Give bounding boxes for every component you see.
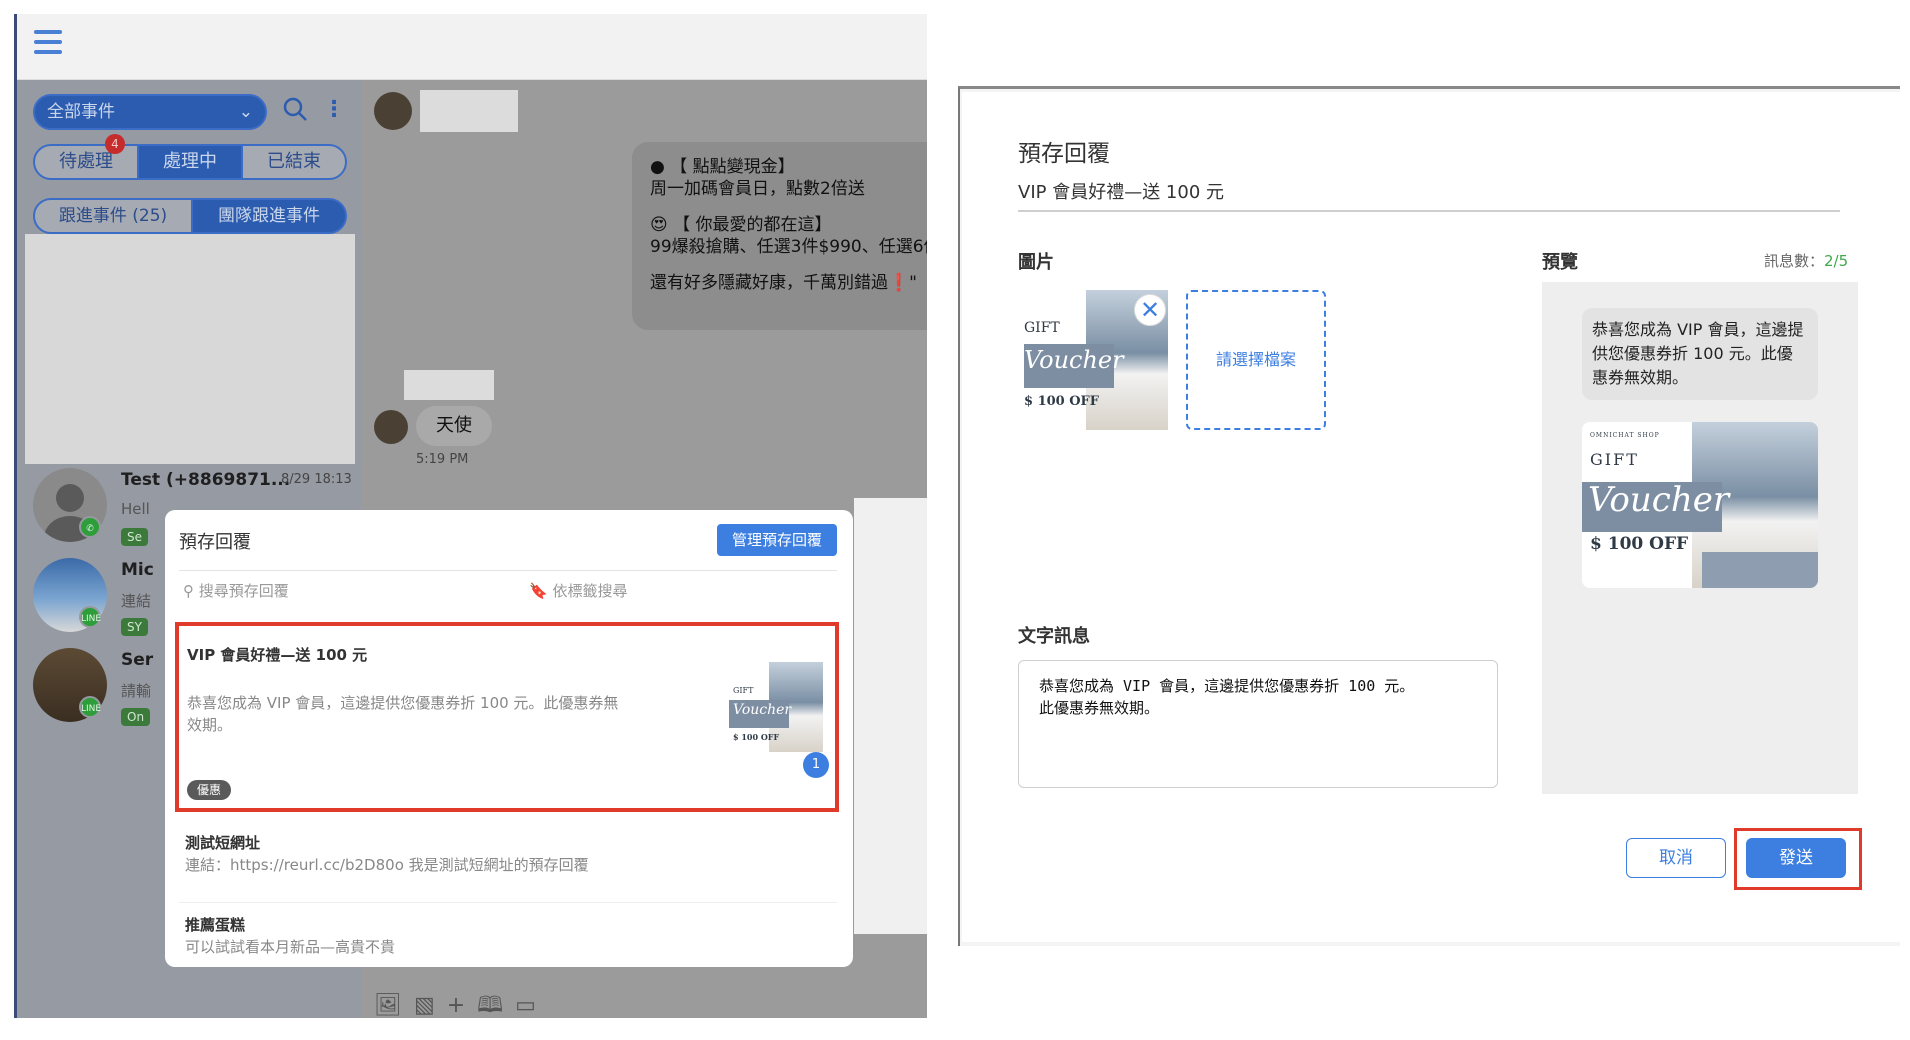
coupon-icon[interactable]: ▭ bbox=[515, 993, 548, 1018]
conversation-tag: SY bbox=[121, 618, 148, 636]
book-icon[interactable]: 🕮 bbox=[477, 993, 515, 1018]
bookmark-icon: 🔖 bbox=[529, 582, 548, 600]
message-count-label: 訊息數： bbox=[1764, 252, 1825, 270]
preview-image: OMNICHAT SHOP GIFT Voucher $ 100 OFF bbox=[1582, 422, 1818, 588]
message-count-value: 2/5 bbox=[1824, 252, 1849, 270]
chat-message-bubble: 天使 bbox=[416, 406, 492, 446]
quick-reply-edit-modal: 預存回覆 VIP 會員好禮—送 100 元 圖片 GIFT Voucher $ … bbox=[962, 92, 1900, 942]
tab-closed-label: 已結束 bbox=[267, 151, 321, 172]
choose-file-button[interactable]: 請選擇檔案 bbox=[1186, 290, 1326, 430]
voucher-gift-text: GIFT bbox=[1590, 450, 1639, 469]
whatsapp-icon: ✆ bbox=[79, 516, 101, 538]
sticker-icon[interactable]: ▧ bbox=[414, 993, 447, 1018]
conversation-name: Mic bbox=[121, 560, 154, 580]
conversation-preview: 請輸 bbox=[121, 682, 152, 700]
reply-name-field[interactable]: VIP 會員好禮—送 100 元 bbox=[1018, 178, 1224, 204]
image-section-label: 圖片 bbox=[1018, 252, 1054, 273]
top-bar bbox=[17, 14, 927, 80]
conversation-preview: 連結 bbox=[121, 592, 152, 610]
message-line: 周一加碼會員日，點數2倍送 bbox=[650, 179, 865, 199]
manage-quick-replies-button[interactable]: 管理預存回覆 bbox=[717, 524, 837, 556]
search-placeholder: 搜尋預存回覆 bbox=[198, 582, 289, 600]
send-button[interactable]: 發送 bbox=[1746, 838, 1846, 878]
menu-icon[interactable] bbox=[34, 30, 62, 56]
tab-pending-label: 待處理 bbox=[59, 151, 113, 172]
conversation-preview: Hell bbox=[121, 500, 150, 518]
avatar bbox=[374, 92, 412, 130]
conversation-name: Test (+8869871... bbox=[121, 470, 291, 490]
divider bbox=[1018, 210, 1840, 212]
quick-reply-body: 可以試試看本月新品—高貴不貴 bbox=[185, 938, 396, 956]
add-icon[interactable]: + bbox=[447, 993, 477, 1018]
voucher-script-text: Voucher bbox=[1024, 346, 1124, 374]
image-count-badge: 1 bbox=[803, 752, 829, 778]
quick-reply-body: 連結：https://reurl.cc/b2D80o 我是測試短網址的預存回覆 bbox=[185, 856, 589, 874]
message-line: 😍 【 你最愛的都在這】 bbox=[650, 215, 832, 235]
quick-reply-item-selected[interactable]: VIP 會員好禮—送 100 元 恭喜您成為 VIP 會員，這邊提供您優惠券折 … bbox=[175, 622, 839, 812]
voucher-shop-text: OMNICHAT SHOP bbox=[1590, 432, 1660, 439]
tab-follow-events[interactable]: 跟進事件 (25) bbox=[33, 198, 193, 234]
voucher-gift-text: GIFT bbox=[733, 686, 754, 695]
tab-closed[interactable]: 已結束 bbox=[241, 144, 347, 180]
preview-panel: 恭喜您成為 VIP 會員，這邊提供您優惠券折 100 元。此優惠券無效期。 OM… bbox=[1542, 282, 1858, 794]
text-message-label: 文字訊息 bbox=[1018, 626, 1090, 647]
search-icon[interactable] bbox=[282, 96, 308, 124]
event-filter-select[interactable]: 全部事件 ⌄ bbox=[33, 94, 267, 130]
chat-toolbar: 🖼▧+🕮▭ bbox=[374, 988, 548, 1018]
preview-text-bubble: 恭喜您成為 VIP 會員，這邊提供您優惠券折 100 元。此優惠券無效期。 bbox=[1582, 308, 1818, 400]
voucher-amount-text: $ 100 OFF bbox=[733, 732, 780, 742]
voucher-amount-text: $ 100 OFF bbox=[1024, 394, 1100, 409]
remove-image-icon[interactable]: ✕ bbox=[1134, 294, 1166, 326]
quick-reply-title[interactable]: 測試短網址 bbox=[185, 832, 260, 853]
line-icon: LINE bbox=[79, 606, 101, 628]
redacted-name bbox=[404, 370, 494, 400]
side-panel bbox=[854, 498, 927, 934]
text-message-input[interactable]: 恭喜您成為 VIP 會員，這邊提供您優惠券折 100 元。 此優惠券無效期。 bbox=[1018, 660, 1498, 788]
quick-reply-body: 恭喜您成為 VIP 會員，這邊提供您優惠券折 100 元。此優惠券無效期。 bbox=[187, 694, 619, 734]
voucher-script-text: Voucher bbox=[733, 702, 792, 718]
message-count: 訊息數：2/5 bbox=[1764, 250, 1848, 271]
search-icon: ⚲ bbox=[183, 582, 194, 600]
preview-label: 預覽 bbox=[1542, 252, 1578, 273]
tab-in-progress-label: 處理中 bbox=[163, 151, 217, 172]
avatar bbox=[374, 410, 408, 444]
voucher-script-text: Voucher bbox=[1588, 480, 1730, 520]
tab-team-follow-events[interactable]: 團隊跟進事件 bbox=[191, 198, 347, 234]
voucher-gift-text: GIFT bbox=[1024, 320, 1060, 336]
more-vertical-icon[interactable]: ⋮ bbox=[323, 96, 345, 124]
quick-reply-search-input[interactable]: ⚲ 搜尋預存回覆 bbox=[183, 580, 289, 601]
redacted-area bbox=[25, 234, 355, 464]
modal-title: 預存回覆 bbox=[1018, 141, 1110, 167]
tag-search-button[interactable]: 🔖 依標籤搜尋 bbox=[529, 580, 627, 601]
quick-reply-title[interactable]: 推薦蛋糕 bbox=[185, 914, 245, 935]
message-line: 還有好多隱藏好康，千萬別錯過❗️" bbox=[650, 273, 917, 293]
event-filter-label: 全部事件 bbox=[47, 102, 115, 122]
tag-search-label: 依標籤搜尋 bbox=[552, 582, 628, 600]
pending-count-badge: 4 bbox=[105, 134, 125, 154]
conversation-name: Ser bbox=[121, 650, 154, 670]
quick-reply-popup: 預存回覆 管理預存回覆 ⚲ 搜尋預存回覆 🔖 依標籤搜尋 VIP 會員好禮—送 … bbox=[165, 510, 853, 967]
conversation-tag: Se bbox=[121, 528, 148, 546]
voucher-amount-text: $ 100 OFF bbox=[1590, 534, 1689, 554]
chevron-down-icon: ⌄ bbox=[238, 102, 253, 122]
message-line: ● 【 點點變現金】 bbox=[650, 157, 795, 177]
quick-reply-tag: 優惠 bbox=[187, 780, 232, 800]
divider bbox=[179, 570, 837, 571]
quick-reply-title: VIP 會員好禮—送 100 元 bbox=[187, 646, 368, 664]
popup-title: 預存回覆 bbox=[179, 532, 251, 553]
message-time: 5:19 PM bbox=[416, 452, 469, 467]
conversation-time: 8/29 18:13 bbox=[281, 472, 352, 487]
tab-in-progress[interactable]: 處理中 bbox=[137, 144, 243, 180]
cancel-button[interactable]: 取消 bbox=[1626, 838, 1726, 878]
left-screenshot: 全部事件 ⌄ ⋮ 待處理 處理中 已結束 4 跟進事件 (25) 團隊跟進事件 … bbox=[14, 14, 927, 1018]
redacted-name bbox=[420, 90, 518, 132]
message-line: 99爆殺搶購、任選3件$990、任選6件 bbox=[650, 237, 927, 257]
tab-follow-events-label: 跟進事件 (25) bbox=[58, 206, 168, 226]
chat-message-bubble: ● 【 點點變現金】 周一加碼會員日，點數2倍送 😍 【 你最愛的都在這】 99… bbox=[632, 142, 927, 330]
image-icon[interactable]: 🖼 bbox=[374, 993, 414, 1018]
conversation-tag: On bbox=[121, 708, 151, 726]
tab-team-follow-events-label: 團隊跟進事件 bbox=[218, 206, 320, 226]
line-icon: LINE bbox=[79, 696, 101, 718]
divider bbox=[179, 902, 837, 903]
